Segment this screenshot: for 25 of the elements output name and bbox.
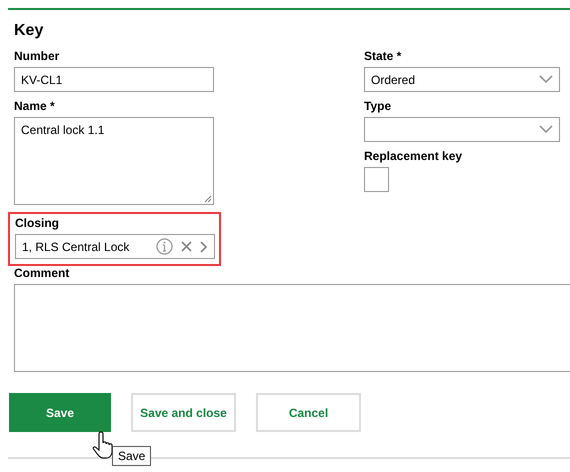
dropdown-field[interactable]: [364, 117, 560, 142]
field-label: State *: [364, 49, 402, 64]
tooltip: Save: [112, 446, 152, 466]
chevron-down-icon: [539, 75, 553, 84]
chevron-down-icon: [539, 125, 553, 134]
comment-area[interactable]: [14, 284, 570, 372]
info-icon[interactable]: [156, 238, 173, 255]
lookup-field[interactable]: 1, RLS Central Lock: [15, 234, 215, 259]
field-label: Closing: [15, 216, 60, 231]
dropdown-field[interactable]: Ordered: [364, 67, 560, 92]
form-button[interactable]: Cancel: [256, 393, 361, 432]
section-title: Key: [14, 22, 44, 41]
field-label: Name *: [14, 99, 56, 114]
field-label: Replacement key: [364, 149, 464, 164]
text-field[interactable]: KV-CL1: [14, 67, 214, 92]
checkbox[interactable]: [364, 167, 389, 192]
close-icon[interactable]: [181, 241, 192, 252]
chevron-right-icon[interactable]: [200, 240, 208, 252]
field-label: Comment: [14, 266, 70, 281]
text-area[interactable]: Central lock 1.1: [14, 117, 214, 205]
field-label: Type: [364, 99, 392, 114]
field-label: Number: [14, 49, 60, 64]
resize-grip-icon[interactable]: [204, 195, 212, 203]
form-button[interactable]: Save and close: [131, 393, 236, 432]
save-button[interactable]: Save: [9, 393, 111, 432]
